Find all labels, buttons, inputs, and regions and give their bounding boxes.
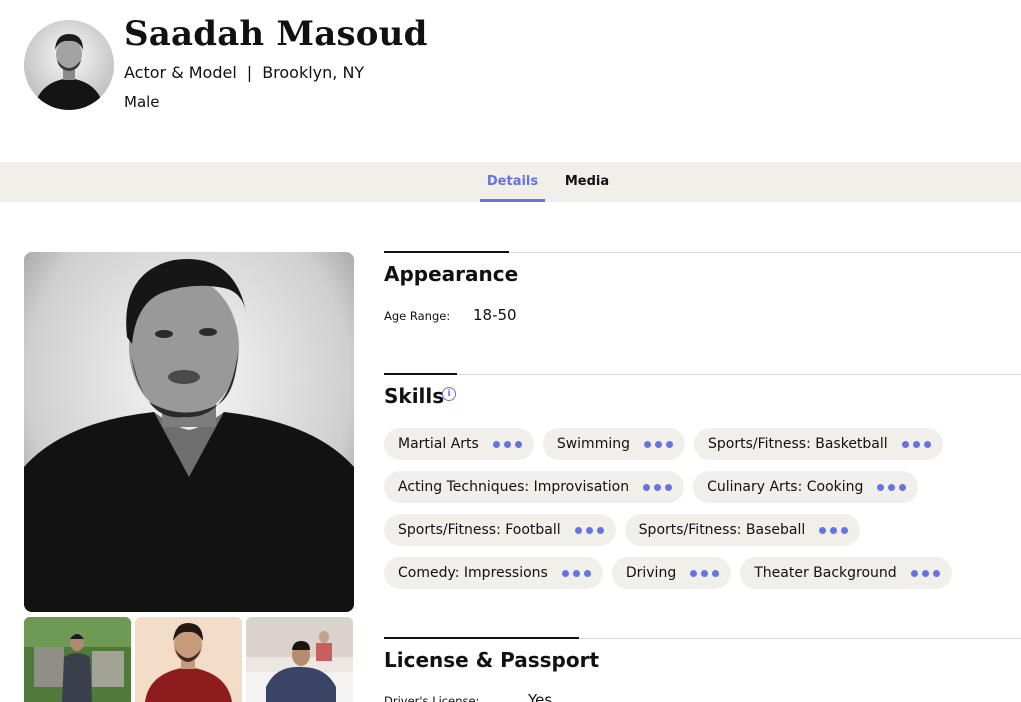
skill-chip[interactable]: Acting Techniques: Improvisation bbox=[384, 471, 685, 503]
more-dots-icon bbox=[643, 440, 673, 448]
media-thumbnail-2[interactable] bbox=[135, 617, 242, 702]
skills-title: Skills bbox=[384, 384, 445, 408]
skill-chip-label: Sports/Fitness: Football bbox=[398, 522, 561, 538]
profile-role: Actor & Model bbox=[124, 63, 237, 82]
profile-location: Brooklyn, NY bbox=[262, 63, 365, 82]
license-passport-title: License & Passport bbox=[384, 648, 599, 672]
section-divider bbox=[384, 374, 1021, 375]
skills-chip-row: Comedy: Impressions Driving Theater Back… bbox=[384, 557, 1021, 589]
profile-subline: Actor & Model | Brooklyn, NY bbox=[124, 63, 364, 82]
thumbnail-photo-icon bbox=[135, 617, 242, 702]
headshot-photo-icon bbox=[24, 252, 354, 612]
profile-header: Saadah Masoud Actor & Model | Brooklyn, NY… bbox=[0, 0, 1021, 162]
skill-chip-label: Sports/Fitness: Baseball bbox=[638, 522, 806, 538]
skills-section: Skills i Martial Arts Swimming Sports/Fi… bbox=[384, 373, 1021, 604]
media-thumbnail-3[interactable] bbox=[246, 617, 353, 702]
skill-chip[interactable]: Sports/Fitness: Football bbox=[384, 514, 616, 546]
skill-chip[interactable]: Sports/Fitness: Baseball bbox=[624, 514, 861, 546]
age-range-label: Age Range: bbox=[384, 309, 451, 323]
age-range-value: 18-50 bbox=[473, 306, 517, 324]
skill-chip-label: Theater Background bbox=[754, 565, 897, 581]
avatar[interactable] bbox=[24, 20, 114, 110]
more-dots-icon bbox=[574, 526, 604, 534]
skills-chip-row: Sports/Fitness: Football Sports/Fitness:… bbox=[384, 514, 1021, 546]
license-passport-section: License & Passport Driver's License: Yes bbox=[384, 637, 1021, 702]
info-icon[interactable]: i bbox=[442, 387, 456, 401]
skill-chip-label: Acting Techniques: Improvisation bbox=[398, 479, 630, 495]
section-divider-accent bbox=[384, 637, 579, 639]
skills-chip-row: Acting Techniques: Improvisation Culinar… bbox=[384, 471, 1021, 503]
more-dots-icon bbox=[690, 569, 720, 577]
profile-separator: | bbox=[246, 63, 253, 82]
profile-gender: Male bbox=[124, 93, 160, 111]
thumbnail-photo-icon bbox=[246, 617, 353, 702]
more-dots-icon bbox=[901, 440, 931, 448]
avatar-photo-icon bbox=[24, 20, 114, 110]
profile-name: Saadah Masoud bbox=[124, 14, 428, 54]
skill-chip-label: Martial Arts bbox=[398, 436, 479, 452]
more-dots-icon bbox=[819, 526, 849, 534]
tab-bar: Details Media bbox=[0, 162, 1021, 202]
more-dots-icon bbox=[561, 569, 591, 577]
skill-chip[interactable]: Driving bbox=[611, 557, 732, 589]
drivers-license-value: Yes bbox=[528, 691, 553, 702]
more-dots-icon bbox=[910, 569, 940, 577]
section-divider-accent bbox=[384, 251, 509, 253]
skill-chip[interactable]: Swimming bbox=[542, 428, 685, 460]
appearance-title: Appearance bbox=[384, 262, 519, 286]
more-dots-icon bbox=[643, 483, 673, 491]
more-dots-icon bbox=[492, 440, 522, 448]
skill-chip-label: Comedy: Impressions bbox=[398, 565, 548, 581]
skill-chip[interactable]: Comedy: Impressions bbox=[384, 557, 603, 589]
tab-media[interactable]: Media bbox=[557, 162, 617, 202]
section-divider-accent bbox=[384, 373, 457, 375]
skill-chip[interactable]: Culinary Arts: Cooking bbox=[693, 471, 919, 503]
skill-chip-label: Sports/Fitness: Basketball bbox=[707, 436, 888, 452]
tab-details[interactable]: Details bbox=[480, 162, 545, 202]
skills-chip-row: Martial Arts Swimming Sports/Fitness: Ba… bbox=[384, 428, 1021, 460]
main-headshot-photo[interactable] bbox=[24, 252, 354, 612]
appearance-section: Appearance Age Range: 18-50 bbox=[384, 251, 1021, 352]
skill-chip-label: Driving bbox=[625, 565, 677, 581]
skill-chip-label: Swimming bbox=[556, 436, 630, 452]
skill-chip-label: Culinary Arts: Cooking bbox=[707, 479, 864, 495]
skill-chip[interactable]: Martial Arts bbox=[384, 428, 534, 460]
skill-chip[interactable]: Sports/Fitness: Basketball bbox=[693, 428, 943, 460]
thumbnail-photo-icon bbox=[24, 617, 131, 702]
skills-chip-list: Martial Arts Swimming Sports/Fitness: Ba… bbox=[384, 428, 1021, 600]
skill-chip[interactable]: Theater Background bbox=[740, 557, 952, 589]
more-dots-icon bbox=[877, 483, 907, 491]
drivers-license-label: Driver's License: bbox=[384, 694, 480, 702]
media-thumbnail-1[interactable] bbox=[24, 617, 131, 702]
